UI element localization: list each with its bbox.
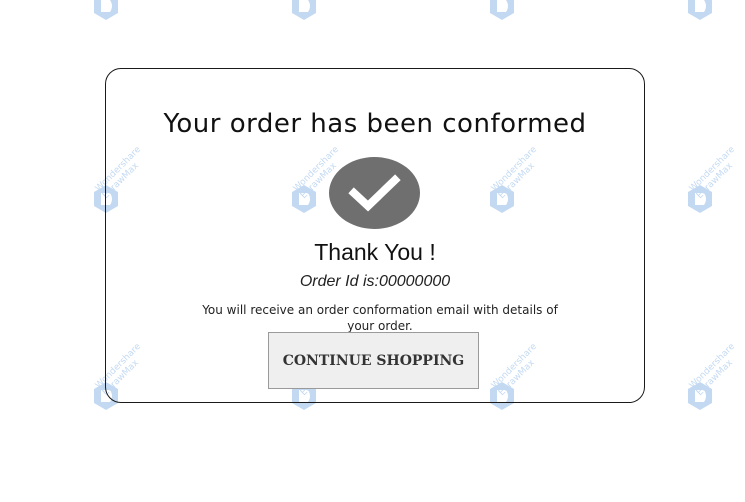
checkmark-icon	[348, 174, 401, 212]
watermark: WondershareEdrawMax	[684, 145, 745, 243]
watermark	[684, 0, 745, 50]
watermark-text: WondershareEdrawMax	[687, 341, 737, 398]
edrawmax-logo-icon	[688, 0, 712, 20]
thank-you-text: Thank You !	[314, 239, 436, 265]
edrawmax-logo-icon	[490, 0, 514, 20]
watermark-text: WondershareEdrawMax	[687, 144, 737, 201]
order-confirmation-card: Your order has been conformed Thank You …	[105, 68, 645, 403]
confirmation-message: You will receive an order conformation e…	[202, 303, 558, 333]
watermark: WondershareEdrawMax	[684, 342, 745, 440]
watermark	[288, 0, 378, 50]
watermark	[486, 0, 576, 50]
order-id-text: Order Id is:00000000	[299, 273, 451, 290]
continue-shopping-button[interactable]: CONTINUE SHOPPING	[268, 332, 479, 389]
edrawmax-logo-icon	[292, 0, 316, 20]
edrawmax-logo-icon	[688, 382, 712, 410]
confirmation-title: Your order has been conformed	[163, 109, 587, 139]
watermark	[90, 0, 180, 50]
edrawmax-logo-icon	[688, 185, 712, 213]
edrawmax-logo-icon	[94, 0, 118, 20]
success-badge	[329, 157, 420, 229]
